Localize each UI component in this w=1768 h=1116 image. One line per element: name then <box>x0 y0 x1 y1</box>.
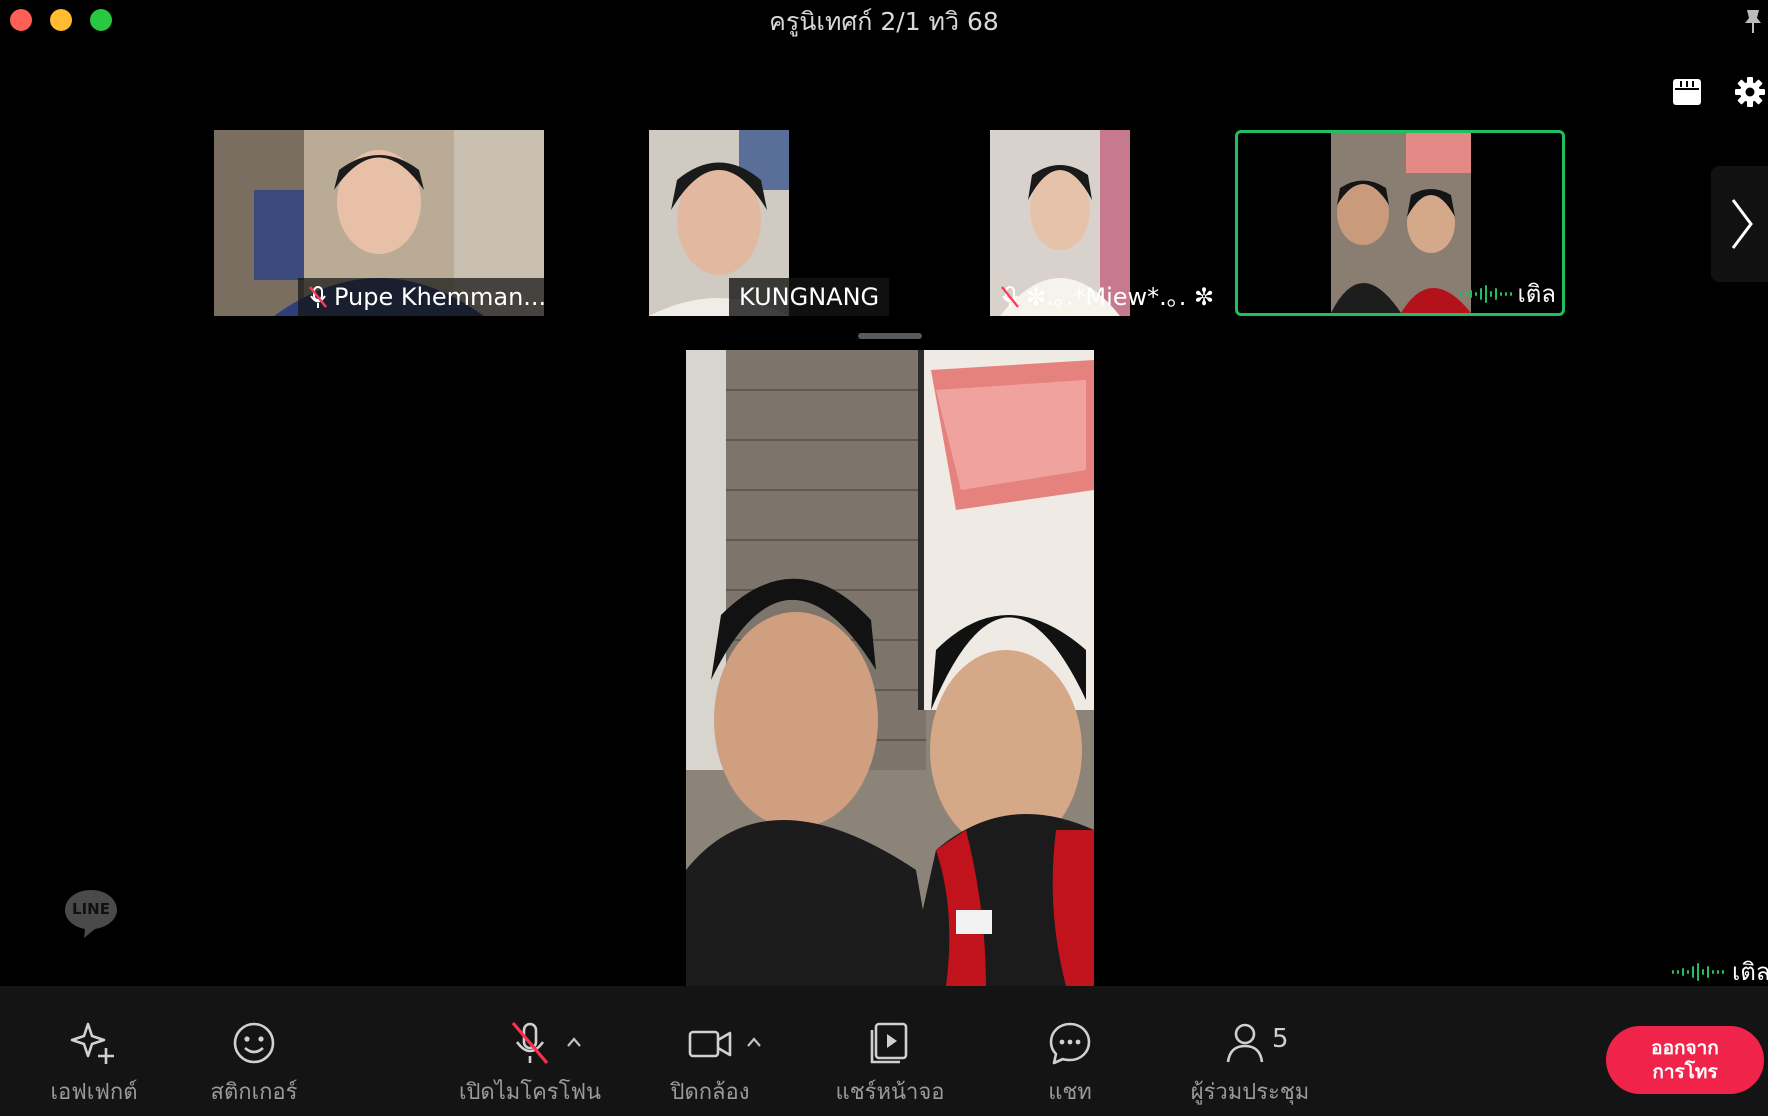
line-logo: LINE <box>62 886 120 944</box>
participant-name-tag: เติล <box>1459 275 1557 313</box>
mic-muted-icon <box>309 286 327 308</box>
camera-label: ปิดกล้อง <box>670 1080 750 1105</box>
participant-name: ✼.｡.*Miew*.｡. ✼ <box>1026 283 1215 311</box>
participant-tile-3[interactable]: ✼.｡.*Miew*.｡. ✼ <box>990 130 1220 316</box>
leave-label-line1: ออกจาก <box>1651 1037 1719 1059</box>
speaking-indicator-icon <box>1459 284 1512 304</box>
next-participants-button[interactable] <box>1711 166 1768 282</box>
share-screen-button[interactable]: แชร์หน้าจอ <box>810 1020 970 1109</box>
main-video-image <box>686 350 1094 986</box>
participant-tile-2[interactable]: KUNGNANG <box>649 130 890 316</box>
leave-call-button[interactable]: ออกจาก การโทร <box>1606 1026 1764 1094</box>
effects-button[interactable]: เอฟเฟกต์ <box>14 1020 174 1109</box>
stickers-label: สติกเกอร์ <box>210 1080 298 1105</box>
participants-label: ผู้ร่วมประชุม <box>1190 1080 1310 1105</box>
gear-icon[interactable] <box>1734 76 1766 108</box>
participant-name: Pupe Khemman... <box>334 283 544 311</box>
participant-name-tag: Pupe Khemman... <box>298 278 544 316</box>
grid-icon[interactable] <box>1672 78 1702 106</box>
strip-drag-handle[interactable] <box>858 333 922 339</box>
video-camera-icon <box>688 1030 732 1058</box>
chat-label: แชท <box>1048 1080 1092 1105</box>
mic-muted-icon <box>1001 286 1019 308</box>
camera-button[interactable]: ปิดกล้อง <box>630 1020 790 1109</box>
participant-tile-4-active[interactable]: เติล <box>1235 130 1565 316</box>
mic-button[interactable]: เปิดไมโครโฟน <box>450 1020 610 1109</box>
share-screen-label: แชร์หน้าจอ <box>835 1080 945 1105</box>
camera-options-chevron-icon[interactable] <box>746 1036 762 1048</box>
participant-name: KUNGNANG <box>739 283 880 311</box>
participant-video-4 <box>1331 133 1471 313</box>
stickers-button[interactable]: สติกเกอร์ <box>174 1020 334 1109</box>
leave-label-line2: การโทร <box>1652 1061 1718 1083</box>
participant-tile-1[interactable]: Pupe Khemman... <box>214 130 544 316</box>
participant-name: เติล <box>1517 280 1557 308</box>
person-icon <box>1226 1023 1264 1063</box>
participants-button[interactable]: 5 ผู้ร่วมประชุม <box>1170 1020 1330 1109</box>
share-screen-icon <box>870 1022 908 1064</box>
sparkle-icon <box>70 1022 114 1064</box>
line-logo-text: LINE <box>72 900 110 918</box>
effects-label: เอฟเฟกต์ <box>50 1080 138 1105</box>
participant-count: 5 <box>1272 1024 1289 1054</box>
participant-name-tag: KUNGNANG <box>729 278 890 316</box>
mic-options-chevron-icon[interactable] <box>566 1036 582 1048</box>
main-speaker-video <box>686 350 1094 986</box>
chevron-right-icon <box>1731 199 1753 249</box>
window-title: ครูนิเทศก์ 2/1 ทวิ 68 <box>769 7 999 36</box>
speaking-indicator-icon <box>1672 962 1724 982</box>
participant-name-tag: ✼.｡.*Miew*.｡. ✼ <box>990 278 1224 316</box>
chat-bubble-icon <box>1049 1022 1091 1065</box>
mic-label: เปิดไมโครโฟน <box>458 1080 602 1105</box>
smiley-icon <box>233 1022 275 1064</box>
chat-button[interactable]: แชท <box>990 1020 1150 1109</box>
mic-muted-icon <box>511 1021 549 1065</box>
pin-icon[interactable] <box>1742 8 1764 34</box>
